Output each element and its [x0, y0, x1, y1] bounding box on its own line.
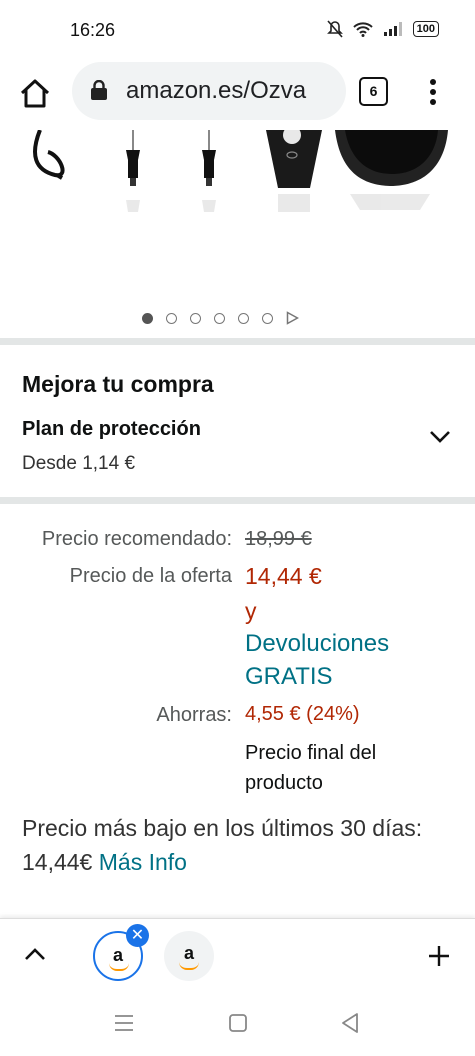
protection-plan-price: Desde 1,14 €	[22, 453, 136, 474]
address-bar[interactable]: amazon.es/Ozva	[72, 62, 346, 120]
home-nav-icon[interactable]	[228, 1013, 248, 1033]
deal-price-value: 14,44 €	[245, 563, 322, 589]
section-divider	[0, 338, 475, 345]
upgrade-heading: Mejora tu compra	[22, 371, 214, 397]
back-nav-icon[interactable]	[341, 1012, 359, 1034]
gallery-dot[interactable]	[166, 312, 177, 324]
tab-switcher-button[interactable]: 6	[359, 77, 388, 106]
savings-label: Ahorras:	[156, 704, 232, 726]
status-time: 16:26	[70, 20, 116, 40]
home-icon[interactable]	[18, 76, 52, 110]
product-image	[33, 126, 448, 212]
status-bar: 16:26 100	[0, 0, 475, 58]
savings-value: 4,55 € (24%)	[245, 703, 360, 725]
final-price-line2: producto	[245, 772, 323, 794]
chevron-up-icon[interactable]	[24, 947, 46, 961]
list-price-label: Precio recomendado:	[41, 528, 232, 550]
lowest-price-text: Precio más bajo en los últimos 30 días: …	[22, 815, 423, 875]
video-play-icon[interactable]	[286, 311, 299, 325]
product-image-gallery[interactable]	[0, 126, 475, 340]
system-nav-bar	[0, 993, 475, 1056]
signal-icon	[383, 22, 402, 36]
more-info-link[interactable]: Más Info	[99, 849, 187, 875]
battery-icon: 100	[412, 21, 439, 37]
tab-strip: a a	[0, 918, 475, 993]
close-tab-icon[interactable]: ✕	[126, 924, 149, 947]
new-tab-icon[interactable]	[427, 944, 451, 968]
final-price-line1: Precio final del	[245, 742, 377, 764]
gallery-dot[interactable]	[214, 312, 225, 324]
amazon-logo-icon: a	[183, 943, 194, 963]
recent-apps-icon[interactable]	[114, 1014, 134, 1032]
lock-icon	[91, 80, 107, 100]
gallery-pagination[interactable]	[142, 311, 299, 325]
tab-favicon-amazon[interactable]: a	[164, 931, 214, 981]
url-text: amazon.es/Ozva	[126, 77, 307, 104]
browser-toolbar: amazon.es/Ozva 6	[0, 58, 475, 128]
deal-connector: y	[245, 598, 257, 624]
amazon-logo-icon: a	[112, 945, 123, 965]
lowest-price-note: Precio más bajo en los últimos 30 días: …	[22, 811, 442, 879]
amazon-smile-icon	[109, 963, 129, 971]
protection-plan-label[interactable]: Plan de protección	[22, 418, 201, 441]
gallery-dot[interactable]	[238, 312, 249, 324]
gallery-dot[interactable]	[190, 312, 201, 324]
gallery-dot[interactable]	[262, 312, 273, 324]
list-price-value: 18,99 €	[245, 528, 312, 550]
free-returns-line1[interactable]: Devoluciones	[245, 627, 389, 660]
free-returns-line2[interactable]: GRATIS	[245, 660, 389, 693]
deal-price-label: Precio de la oferta	[69, 565, 232, 587]
status-icons: 100	[326, 20, 439, 38]
overflow-menu-icon[interactable]	[426, 76, 440, 110]
chevron-down-icon[interactable]	[428, 429, 452, 445]
final-price-note: Precio final del producto	[245, 738, 376, 798]
gallery-dot[interactable]	[142, 312, 153, 324]
free-returns-link[interactable]: Devoluciones GRATIS	[245, 627, 389, 693]
amazon-smile-icon	[179, 962, 199, 970]
mute-bell-icon	[326, 20, 343, 38]
wifi-icon	[352, 22, 373, 37]
section-divider	[0, 497, 475, 504]
